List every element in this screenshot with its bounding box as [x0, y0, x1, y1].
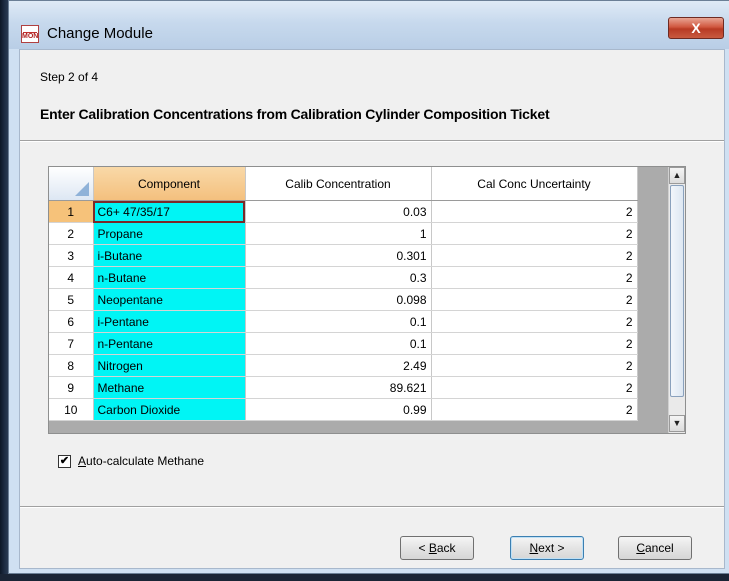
component-cell[interactable]: Methane [93, 376, 246, 399]
scroll-up-icon[interactable]: ▲ [669, 167, 685, 184]
table-row[interactable]: 4 n-Butane 0.3 2 [49, 266, 638, 289]
table-row[interactable]: 2 Propane 1 2 [49, 222, 638, 245]
component-cell[interactable]: Propane [93, 222, 246, 245]
uncertainty-cell[interactable]: 2 [431, 266, 638, 289]
component-cell[interactable]: n-Butane [93, 266, 246, 289]
calibration-grid[interactable]: Component Calib Concentration Cal Conc U… [48, 166, 686, 434]
row-header[interactable]: 7 [49, 332, 94, 355]
row-header[interactable]: 3 [49, 244, 94, 267]
table-row[interactable]: 5 Neopentane 0.098 2 [49, 288, 638, 311]
table-row[interactable]: 9 Methane 89.621 2 [49, 376, 638, 399]
calib-concentration-cell[interactable]: 0.1 [245, 332, 432, 355]
page-heading: Enter Calibration Concentrations from Ca… [40, 106, 550, 122]
calib-concentration-cell[interactable]: 0.1 [245, 310, 432, 333]
component-cell[interactable]: Nitrogen [93, 354, 246, 377]
scroll-down-icon[interactable]: ▼ [669, 415, 685, 432]
component-cell[interactable]: i-Pentane [93, 310, 246, 333]
row-header[interactable]: 2 [49, 222, 94, 245]
column-header-cal-conc-uncertainty[interactable]: Cal Conc Uncertainty [431, 167, 638, 201]
row-header[interactable]: 5 [49, 288, 94, 311]
footer-divider [20, 506, 724, 508]
component-cell[interactable]: i-Butane [93, 244, 246, 267]
next-button[interactable]: Next > [510, 536, 584, 560]
grid-vertical-scrollbar[interactable]: ▲ ▼ [668, 167, 685, 433]
title-bar: MON Change Module X [9, 1, 729, 49]
uncertainty-cell[interactable]: 2 [431, 398, 638, 421]
window-title: Change Module [47, 25, 153, 42]
row-header[interactable]: 8 [49, 354, 94, 377]
uncertainty-cell[interactable]: 2 [431, 376, 638, 399]
column-header-component[interactable]: Component [93, 167, 246, 201]
column-header-calib-concentration[interactable]: Calib Concentration [245, 167, 432, 201]
desktop-taskbar-edge [0, 574, 729, 581]
dialog-body: Step 2 of 4 Enter Calibration Concentrat… [19, 49, 725, 569]
header-divider [20, 140, 724, 142]
select-all-corner[interactable] [49, 167, 94, 201]
component-cell[interactable]: Carbon Dioxide [93, 398, 246, 421]
calib-concentration-cell[interactable]: 0.03 [245, 200, 432, 223]
table-row[interactable]: 1 C6+ 47/35/17 0.03 2 [49, 200, 638, 223]
calib-concentration-cell[interactable]: 0.99 [245, 398, 432, 421]
change-module-dialog: MON Change Module X Step 2 of 4 Enter Ca… [8, 0, 729, 574]
uncertainty-cell[interactable]: 2 [431, 222, 638, 245]
uncertainty-cell[interactable]: 2 [431, 354, 638, 377]
app-icon: MON [21, 25, 39, 43]
cancel-button[interactable]: Cancel [618, 536, 692, 560]
back-button[interactable]: < Back [400, 536, 474, 560]
row-header[interactable]: 1 [49, 200, 94, 223]
auto-calculate-methane-checkbox[interactable]: ✔ [58, 455, 71, 468]
auto-calculate-methane-label[interactable]: Auto-calculate Methane [78, 454, 204, 468]
calib-concentration-cell[interactable]: 0.301 [245, 244, 432, 267]
uncertainty-cell[interactable]: 2 [431, 200, 638, 223]
uncertainty-cell[interactable]: 2 [431, 310, 638, 333]
row-header[interactable]: 9 [49, 376, 94, 399]
component-cell[interactable]: n-Pentane [93, 332, 246, 355]
calib-concentration-cell[interactable]: 0.3 [245, 266, 432, 289]
close-button[interactable]: X [668, 17, 724, 39]
table-row[interactable]: 7 n-Pentane 0.1 2 [49, 332, 638, 355]
uncertainty-cell[interactable]: 2 [431, 244, 638, 267]
desktop-edge [0, 0, 8, 581]
uncertainty-cell[interactable]: 2 [431, 288, 638, 311]
table-row[interactable]: 3 i-Butane 0.301 2 [49, 244, 638, 267]
scroll-thumb[interactable] [670, 185, 684, 397]
calib-concentration-cell[interactable]: 0.098 [245, 288, 432, 311]
component-cell[interactable]: Neopentane [93, 288, 246, 311]
calib-concentration-cell[interactable]: 89.621 [245, 376, 432, 399]
calib-concentration-cell[interactable]: 2.49 [245, 354, 432, 377]
step-indicator: Step 2 of 4 [40, 70, 99, 84]
table-row[interactable]: 10 Carbon Dioxide 0.99 2 [49, 398, 638, 421]
row-header[interactable]: 6 [49, 310, 94, 333]
table-row[interactable]: 6 i-Pentane 0.1 2 [49, 310, 638, 333]
uncertainty-cell[interactable]: 2 [431, 332, 638, 355]
row-header[interactable]: 10 [49, 398, 94, 421]
table-row[interactable]: 8 Nitrogen 2.49 2 [49, 354, 638, 377]
component-cell[interactable]: C6+ 47/35/17 [93, 200, 246, 223]
calib-concentration-cell[interactable]: 1 [245, 222, 432, 245]
row-header[interactable]: 4 [49, 266, 94, 289]
